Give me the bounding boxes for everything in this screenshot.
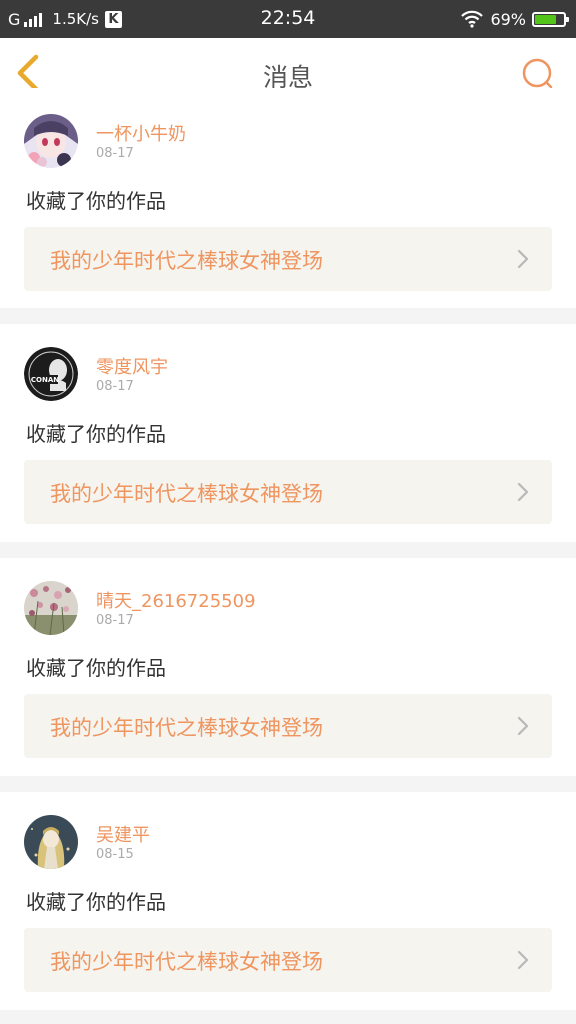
chevron-right-icon: [517, 482, 529, 502]
work-link[interactable]: 我的少年时代之棒球女神登场: [24, 227, 552, 291]
message-card: 吴建平 08-15 收藏了你的作品 我的少年时代之棒球女神登场: [0, 792, 576, 1010]
username[interactable]: 吴建平: [96, 821, 150, 847]
message-date: 08-17: [96, 613, 134, 628]
username[interactable]: 晴天_2616725509: [96, 587, 256, 613]
battery-icon: [532, 11, 569, 27]
avatar[interactable]: [24, 581, 78, 635]
battery-percent: 69%: [490, 9, 526, 29]
message-date: 08-17: [96, 146, 134, 161]
chevron-right-icon: [517, 249, 529, 269]
wifi-icon: [461, 10, 484, 28]
avatar-text: CONAN: [31, 376, 59, 384]
battery-level: [535, 14, 556, 24]
message-date: 08-17: [96, 379, 134, 394]
anime-girl-avatar: [24, 114, 78, 168]
message-date: 08-15: [96, 847, 134, 862]
status-right: 69%: [460, 8, 569, 30]
detective-conan-avatar: CONAN: [24, 347, 78, 401]
work-title: 我的少年时代之棒球女神登场: [50, 482, 323, 506]
avatar[interactable]: CONAN: [24, 347, 78, 401]
flower-photo-avatar: [24, 581, 78, 635]
work-link[interactable]: 我的少年时代之棒球女神登场: [24, 460, 552, 524]
message-card: 晴天_2616725509 08-17 收藏了你的作品 我的少年时代之棒球女神登…: [0, 558, 576, 776]
message-action: 收藏了你的作品: [26, 422, 166, 446]
username[interactable]: 一杯小牛奶: [96, 120, 186, 146]
work-title: 我的少年时代之棒球女神登场: [50, 716, 323, 740]
avatar[interactable]: [24, 114, 78, 168]
illustrated-girl-avatar: [24, 815, 78, 869]
message-action: 收藏了你的作品: [26, 656, 166, 680]
work-link[interactable]: 我的少年时代之棒球女神登场: [24, 928, 552, 992]
chevron-right-icon: [517, 950, 529, 970]
username[interactable]: 零度风宇: [96, 353, 168, 379]
message-card: 一杯小牛奶 08-17 收藏了你的作品 我的少年时代之棒球女神登场: [0, 88, 576, 308]
avatar[interactable]: [24, 815, 78, 869]
work-title: 我的少年时代之棒球女神登场: [50, 249, 323, 273]
message-card: CONAN 零度风宇 08-17 收藏了你的作品 我的少年时代之棒球女神登场: [0, 324, 576, 542]
message-action: 收藏了你的作品: [26, 189, 166, 213]
status-bar: G 1.5K/s K 22:54 69%: [0, 0, 576, 38]
work-title: 我的少年时代之棒球女神登场: [50, 950, 323, 974]
chevron-right-icon: [517, 716, 529, 736]
search-button[interactable]: [520, 56, 556, 92]
work-link[interactable]: 我的少年时代之棒球女神登场: [24, 694, 552, 758]
search-icon: [522, 58, 553, 89]
message-action: 收藏了你的作品: [26, 890, 166, 914]
